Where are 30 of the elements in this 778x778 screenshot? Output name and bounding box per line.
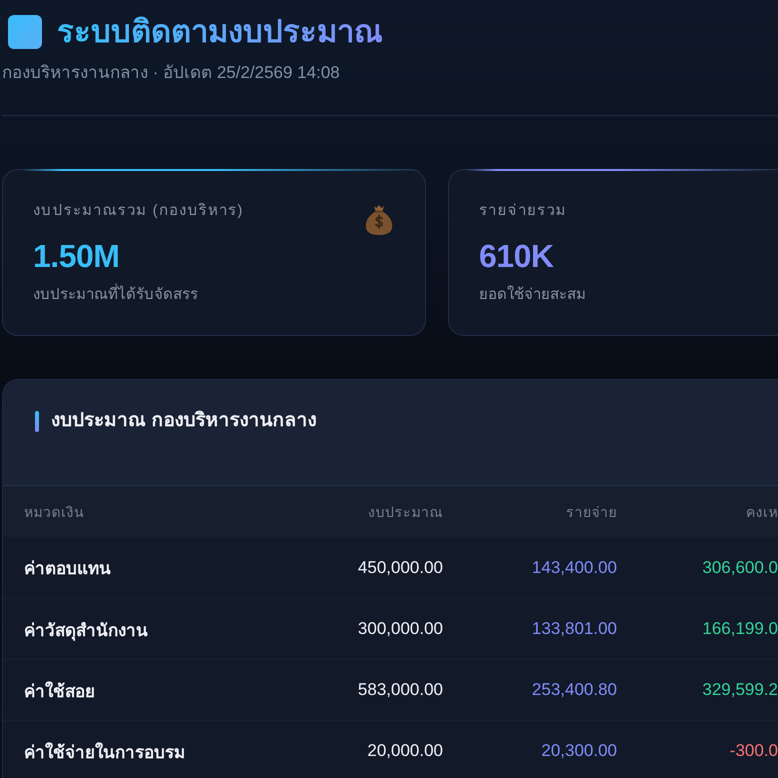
table-title: งบประมาณ กองบริหารงานกลาง (51, 409, 316, 433)
stat-label: งบประมาณรวม (กองบริหาร) (33, 201, 244, 221)
title-accent-bar (35, 410, 39, 432)
table-cell-text: ค่าใช้สอย (24, 680, 96, 702)
table-cell-text: 450,000.00 (356, 558, 443, 578)
table-cell-text: 143,400.00 (530, 558, 617, 578)
table-cell-text: ค่าวัสดุสำนักงาน (24, 620, 149, 642)
table-cell-text: ค่าใช้จ่ายในการอบรม (24, 741, 186, 764)
table-cell-text: 133,801.00 (530, 619, 617, 639)
stat-value: 1.50M (33, 238, 120, 274)
column-header: งบประมาณ (367, 502, 443, 522)
table-cell-text: 20,300.00 (540, 741, 617, 761)
table-cell-text: 253,400.80 (530, 680, 617, 700)
column-header: รายจ่าย (565, 502, 617, 522)
logo-icon (8, 15, 42, 49)
table-cell-text: ค่าตอบแทน (24, 558, 112, 580)
table-cell-text: 300,000.00 (356, 619, 443, 639)
table-cell-text: 20,000.00 (366, 741, 443, 761)
column-header: หมวดเงิน (24, 502, 86, 522)
table-cell-text: -300.0 (728, 741, 778, 761)
table-cell-text: 583,000.00 (356, 680, 443, 700)
table-cell-text: 329,599.2 (701, 680, 778, 700)
column-header: คงเห (745, 502, 778, 522)
page-subtitle: กองบริหารงานกลาง · อัปเดต 25/2/2569 14:08 (2, 63, 340, 83)
stat-label: รายจ่ายรวม (479, 201, 567, 221)
table-cell-text: 166,199.0 (701, 619, 778, 639)
stat-note: ยอดใช้จ่ายสะสม (479, 284, 586, 305)
stat-value: 610K (479, 238, 554, 274)
table-cell-text: 306,600.0 (701, 558, 778, 578)
stat-note: งบประมาณที่ได้รับจัดสรร (33, 284, 198, 306)
